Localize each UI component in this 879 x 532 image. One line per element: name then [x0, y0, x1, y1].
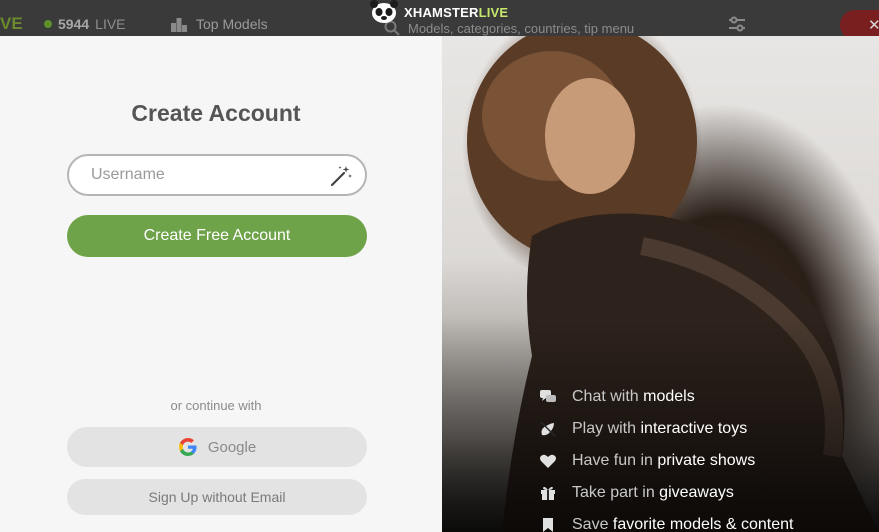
feature-item: Have fun in private shows — [538, 445, 793, 477]
live-counter[interactable]: 5944 LIVE — [44, 16, 126, 32]
google-icon — [178, 438, 197, 456]
username-input[interactable] — [89, 165, 323, 185]
google-button-label: Google — [207, 438, 257, 456]
brand-fragment: VE — [0, 14, 23, 33]
logo-word-live: LIVE — [478, 4, 509, 20]
close-icon: ✕ — [868, 17, 879, 34]
panda-logo-icon — [370, 0, 398, 23]
magic-wand-icon[interactable] — [329, 164, 353, 188]
logo-word-main: XHAMSTER — [404, 4, 479, 20]
bookmark-icon — [538, 515, 558, 532]
signup-without-email-button[interactable]: Sign Up without Email — [67, 479, 367, 515]
feature-item: Take part in giveaways — [538, 477, 793, 509]
google-signin-button[interactable]: Google — [67, 427, 367, 467]
gift-icon — [538, 483, 558, 503]
signup-modal: Create Account Create Free Account or co… — [0, 36, 879, 532]
feature-item: Save favorite models & content — [538, 509, 793, 532]
top-models-label: Top Models — [196, 16, 268, 32]
site-logo[interactable]: XHAMSTERLIVE — [370, 0, 508, 24]
promo-photo-panel: Chat with models Play with interactive t… — [442, 36, 879, 532]
toy-icon — [538, 419, 558, 439]
live-count: 5944 — [58, 16, 90, 32]
or-continue-label: or continue with — [170, 398, 262, 413]
chat-icon — [538, 387, 558, 407]
create-free-account-button[interactable]: Create Free Account — [67, 215, 367, 257]
filter-icon[interactable] — [728, 16, 746, 32]
feature-item: Play with interactive toys — [538, 413, 793, 445]
live-label: LIVE — [95, 16, 126, 32]
feature-list: Chat with models Play with interactive t… — [538, 381, 793, 532]
signup-form-panel: Create Account Create Free Account or co… — [0, 36, 442, 532]
top-models-link[interactable]: Top Models — [170, 16, 268, 32]
live-dot-icon — [44, 20, 52, 28]
username-field[interactable] — [67, 154, 367, 196]
heart-icon — [538, 451, 558, 471]
logo-wordmark: XHAMSTERLIVE — [404, 5, 508, 20]
modal-title: Create Account — [131, 100, 301, 126]
feature-item: Chat with models — [538, 381, 793, 413]
podium-icon — [171, 18, 187, 32]
